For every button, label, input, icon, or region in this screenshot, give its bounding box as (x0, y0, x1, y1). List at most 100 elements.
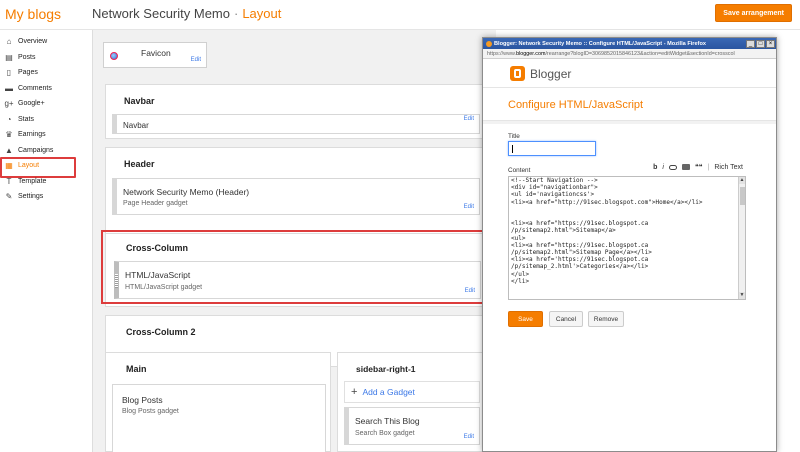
add-gadget-button[interactable]: + Add a Gadget (344, 381, 480, 403)
blog-posts-gadget[interactable]: Blog Posts Blog Posts gadget (112, 384, 326, 452)
sidebar-item-label: Template (18, 177, 47, 185)
code-line: <li><a href='https://91sec.blogspot.ca (511, 256, 649, 264)
code-line: <ul> (511, 234, 526, 242)
main-section-title: Main (126, 364, 147, 374)
sidebar-item-pages[interactable]: ▯ Pages (0, 65, 80, 81)
scroll-down-icon[interactable]: ▼ (739, 292, 745, 299)
quote-button[interactable]: ❝❝ (695, 163, 703, 171)
url-bar[interactable]: https://www. blogger.com/rearrange?blogID… (483, 49, 776, 59)
sidebar-item-earnings[interactable]: ♛ Earnings (0, 127, 80, 143)
firefox-icon (486, 40, 492, 47)
popup-titlebar[interactable]: Blogger: Network Security Memo :: Config… (483, 38, 776, 49)
remove-button[interactable]: Remove (588, 311, 624, 327)
header-gadget[interactable]: Network Security Memo (Header) Page Head… (112, 178, 480, 215)
sidebar-item-label: Comments (18, 84, 52, 92)
add-gadget-label: Add a Gadget (362, 387, 415, 397)
sidebar-item-label: Campaigns (18, 146, 54, 154)
navbar-gadget-title: Navbar (123, 121, 149, 130)
close-icon[interactable]: × (766, 39, 775, 48)
navbar-gadget[interactable]: Navbar Edit (112, 114, 480, 134)
blogger-logo-icon (510, 66, 525, 81)
pages-icon: ▯ (6, 68, 12, 78)
sidebar-item-google[interactable]: g+ Google+ (0, 96, 80, 112)
breadcrumb: Network Security Memo · Layout (92, 6, 281, 21)
search-box-edit-link[interactable]: Edit (464, 434, 474, 440)
configure-popup-window: Blogger: Network Security Memo :: Config… (482, 37, 777, 452)
breadcrumb-separator: · (233, 6, 239, 21)
title-label: Title (508, 133, 520, 140)
code-line: <li><a href="http://91sec.blogspot.com">… (511, 198, 703, 206)
layout-icon: ▦ (5, 161, 13, 171)
sidebar-item-template[interactable]: T Template (0, 174, 80, 190)
plus-icon: + (351, 386, 358, 398)
comments-icon: ▬ (5, 83, 13, 93)
code-line: </ul> (511, 270, 530, 278)
favicon-gadget[interactable]: Favicon Edit (103, 42, 207, 68)
textarea-scrollbar[interactable]: ▲ ▼ (738, 177, 745, 299)
scroll-thumb[interactable] (740, 187, 745, 205)
sidebar: ⌂ Overview ▤ Posts ▯ Pages ▬ Comments g+ Google+ ◔… (0, 34, 80, 205)
sidebar-item-comments[interactable]: ▬ Comments (0, 81, 80, 97)
sidebar-item-settings[interactable]: ✎ Settings (0, 189, 80, 205)
search-box-gadget-title: Search This Blog (355, 416, 420, 426)
header-edit-link[interactable]: Edit (464, 204, 474, 210)
title-input[interactable] (508, 141, 596, 156)
image-icon[interactable] (681, 164, 690, 170)
sidebar-item-label: Posts (18, 53, 36, 61)
navbar-edit-link[interactable]: Edit (464, 116, 474, 122)
stats-icon: ◔ (6, 114, 12, 124)
maximize-icon[interactable]: □ (756, 39, 765, 48)
campaigns-icon: ▲ (5, 145, 13, 155)
sidebar-item-label: Earnings (18, 131, 46, 139)
trophy-icon: ♛ (5, 130, 13, 140)
sidebar-item-label: Stats (18, 115, 34, 123)
favicon-title: Favicon (141, 48, 171, 58)
minimize-icon[interactable]: _ (746, 39, 755, 48)
googleplus-icon: g+ (4, 99, 14, 109)
posts-icon: ▤ (5, 52, 13, 62)
code-line: </li> (511, 277, 530, 285)
favicon-edit-link[interactable]: Edit (191, 57, 201, 63)
format-toolbar: b i ❝❝ | Rich Text (653, 163, 743, 172)
url-host: blogger.com (516, 50, 546, 57)
blog-name[interactable]: Network Security Memo (92, 6, 230, 21)
layout-canvas: Favicon Edit Navbar Navbar Edit Header N… (92, 30, 496, 452)
sidebar-item-stats[interactable]: ◔ Stats (0, 112, 80, 128)
link-icon[interactable] (668, 164, 677, 170)
top-bar: My blogs Network Security Memo · Layout Sa… (0, 0, 800, 30)
scroll-up-icon[interactable]: ▲ (739, 177, 745, 184)
sidebar-item-label: Overview (18, 38, 48, 46)
sidebar-item-campaigns[interactable]: ▲ Campaigns (0, 143, 80, 159)
favicon-icon (110, 52, 118, 60)
save-button[interactable]: Save (508, 311, 543, 327)
rich-text-button[interactable]: Rich Text (714, 164, 743, 171)
code-line: /p/sitemap2.html">Sitemap</a> (511, 227, 616, 235)
sidebar-item-overview[interactable]: ⌂ Overview (0, 34, 80, 50)
my-blogs-link[interactable]: My blogs (5, 6, 61, 22)
sidebar-right-section-title: sidebar-right-1 (356, 364, 416, 374)
wrench-icon: ✎ (5, 192, 13, 202)
search-box-gadget[interactable]: Search This Blog Search Box gadget Edit (344, 407, 480, 445)
sidebar-item-label: Google+ (18, 100, 45, 108)
code-line: <!--Start Navigation --> (511, 177, 598, 184)
content-textarea[interactable]: <!--Start Navigation --> <div id="navigat… (508, 176, 746, 300)
template-icon: T (6, 176, 12, 186)
home-icon: ⌂ (6, 37, 12, 47)
code-line: /p/sitemap2.html">Sitemap Page</a></li> (511, 249, 652, 257)
page-title: Layout (242, 6, 282, 21)
cross-column-highlight (101, 230, 484, 304)
header-section-title: Header (124, 159, 155, 169)
blog-posts-gadget-subtitle: Blog Posts gadget (122, 408, 179, 415)
main-section: Main Blog Posts Blog Posts gadget (105, 352, 331, 452)
sidebar-item-layout[interactable]: ▦ Layout (0, 157, 80, 178)
save-arrangement-button[interactable]: Save arrangement (715, 4, 792, 22)
blogger-logo-text: Blogger (530, 67, 572, 81)
popup-window-title: Blogger: Network Security Memo :: Config… (494, 40, 706, 47)
cancel-button[interactable]: Cancel (549, 311, 583, 327)
sidebar-item-posts[interactable]: ▤ Posts (0, 50, 80, 66)
code-line: <li><a href="https://91sec.blogspot.ca (511, 220, 649, 228)
italic-button[interactable]: i (662, 164, 664, 171)
bold-button[interactable]: b (653, 164, 657, 171)
url-prefix: https://www. (487, 50, 517, 57)
